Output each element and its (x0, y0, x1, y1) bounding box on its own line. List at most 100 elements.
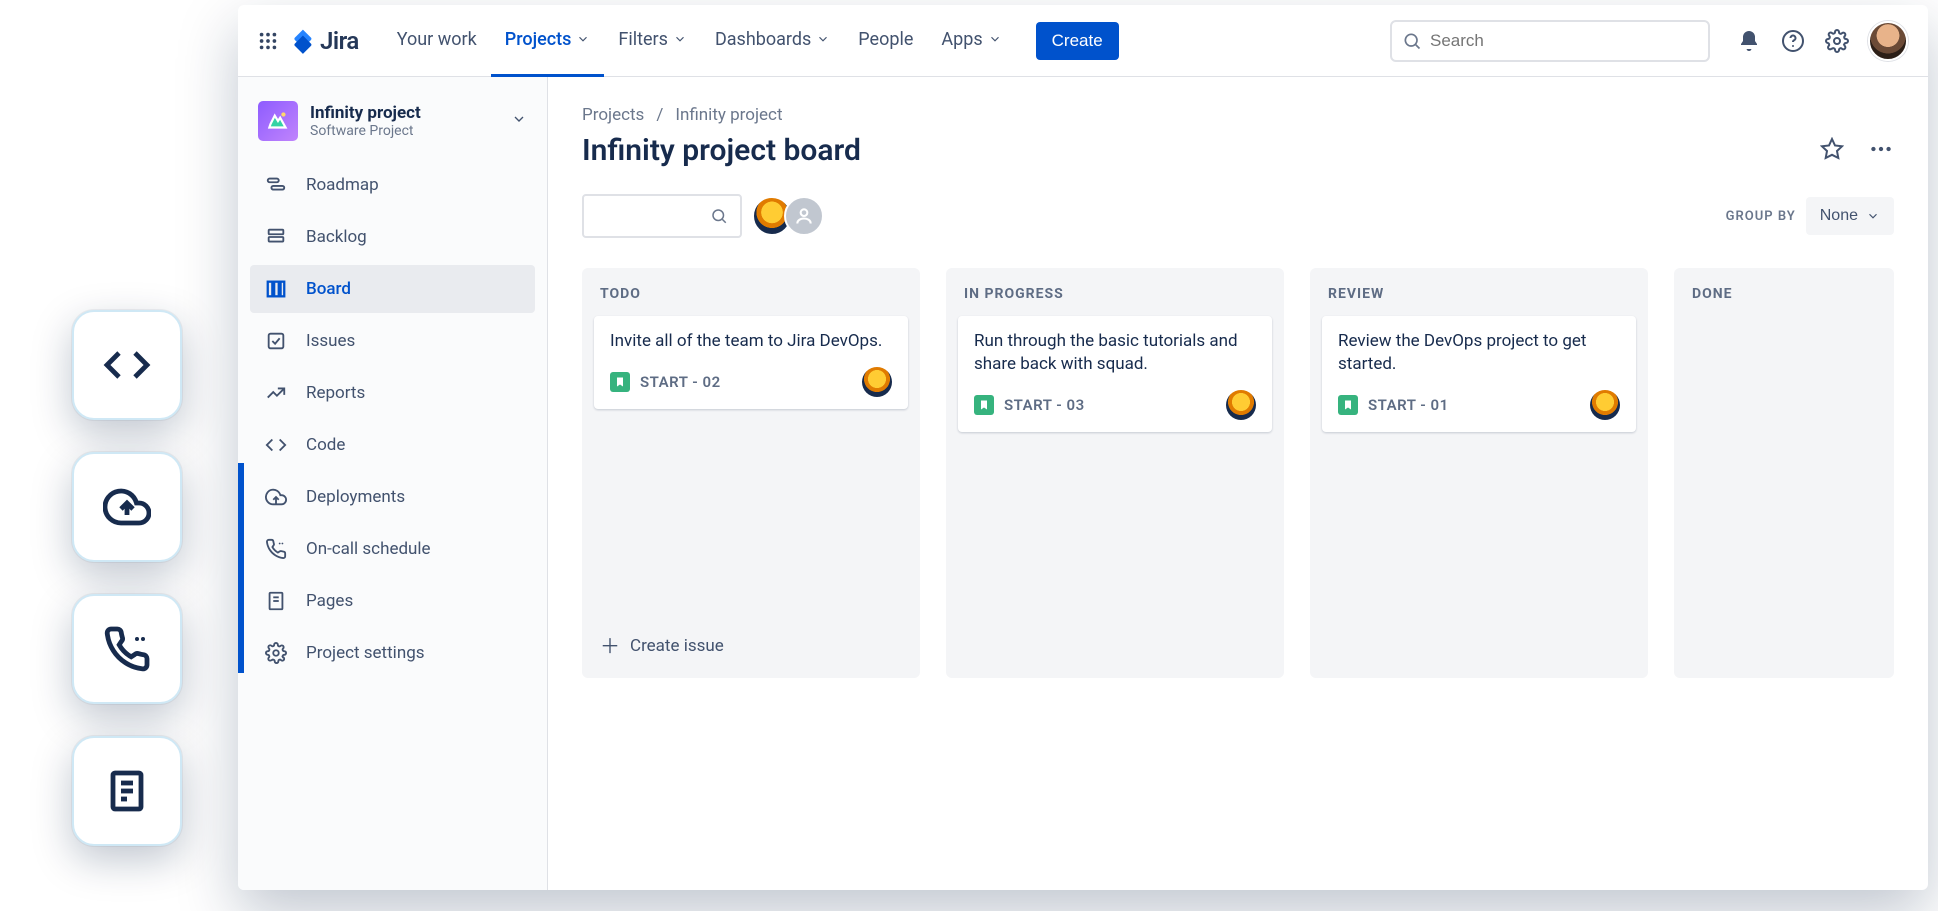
sidebar-label: On-call schedule (306, 539, 431, 559)
sidebar-item-roadmap[interactable]: Roadmap (250, 161, 535, 209)
sidebar-item-code[interactable]: Code (250, 421, 535, 469)
board-icon (264, 277, 288, 301)
nav-people[interactable]: People (844, 5, 927, 77)
issues-icon (264, 329, 288, 353)
assignee-filter (760, 196, 824, 236)
column-header: DONE (1686, 286, 1882, 316)
active-stripe (238, 463, 244, 673)
page-icon (264, 589, 288, 613)
cloud-upload-icon (264, 485, 288, 509)
sidebar-label: Code (306, 435, 345, 455)
project-avatar (258, 101, 298, 141)
tile-oncall[interactable] (72, 594, 182, 704)
create-issue-button[interactable]: ＋ Create issue (594, 628, 908, 664)
page-icon (103, 767, 151, 815)
breadcrumb-root[interactable]: Projects (582, 105, 644, 125)
chevron-down-icon (816, 32, 830, 46)
roadmap-icon (264, 173, 288, 197)
sidebar-label: Issues (306, 331, 355, 351)
nav-your-work[interactable]: Your work (383, 5, 491, 77)
sidebar-item-pages[interactable]: Pages (250, 577, 535, 625)
main-content: Projects / Infinity project Infinity pro… (548, 77, 1928, 890)
add-people-icon[interactable] (784, 196, 824, 236)
app-switcher-icon[interactable] (254, 27, 282, 55)
cloud-upload-icon (103, 483, 151, 531)
nav-projects[interactable]: Projects (491, 5, 605, 77)
nav-links: Your work Projects Filters Dashboards Pe… (383, 5, 1016, 77)
top-nav: Jira Your work Projects Filters Dashboar… (238, 5, 1928, 77)
card-assignee-avatar[interactable] (1590, 390, 1620, 420)
story-icon (974, 395, 994, 415)
group-by-label: GROUP BY (1726, 209, 1796, 224)
jira-logo[interactable]: Jira (290, 27, 359, 55)
sidebar-label: Deployments (306, 487, 405, 507)
nav-apps[interactable]: Apps (927, 5, 1015, 77)
column-header: IN PROGRESS (958, 286, 1272, 316)
search-input[interactable] (1430, 31, 1698, 51)
board-search[interactable] (582, 194, 742, 238)
sidebar-label: Board (306, 279, 351, 299)
sidebar-item-board[interactable]: Board (250, 265, 535, 313)
card-assignee-avatar[interactable] (1226, 390, 1256, 420)
tile-pages[interactable] (72, 736, 182, 846)
settings-icon[interactable] (1824, 28, 1850, 54)
breadcrumb-sep: / (656, 105, 663, 125)
breadcrumb-leaf[interactable]: Infinity project (675, 105, 782, 125)
group-by-select[interactable]: None (1806, 197, 1894, 235)
card-key: START - 01 (1368, 396, 1449, 414)
column-review: REVIEW Review the DevOps project to get … (1310, 268, 1648, 678)
column-in-progress: IN PROGRESS Run through the basic tutori… (946, 268, 1284, 678)
sidebar-item-oncall[interactable]: On-call schedule (250, 525, 535, 573)
project-expand-icon[interactable] (511, 111, 527, 131)
jira-logo-text: Jira (320, 27, 359, 55)
chevron-down-icon (576, 32, 590, 46)
sidebar-item-backlog[interactable]: Backlog (250, 213, 535, 261)
sidebar-item-reports[interactable]: Reports (250, 369, 535, 417)
phone-icon (103, 625, 151, 673)
nav-dashboards[interactable]: Dashboards (701, 5, 844, 77)
card-title: Review the DevOps project to get started… (1338, 330, 1620, 376)
project-type: Software Project (310, 123, 421, 139)
sidebar-item-issues[interactable]: Issues (250, 317, 535, 365)
topnav-icons (1736, 21, 1908, 61)
sidebar-label: Project settings (306, 643, 425, 663)
card-title: Run through the basic tutorials and shar… (974, 330, 1256, 376)
search-icon (1402, 31, 1422, 51)
column-header: TODO (594, 286, 908, 316)
sidebar-label: Backlog (306, 227, 367, 247)
breadcrumb: Projects / Infinity project (582, 105, 1894, 125)
sidebar-item-deployments[interactable]: Deployments (250, 473, 535, 521)
tile-code[interactable] (72, 310, 182, 420)
column-todo: TODO Invite all of the team to Jira DevO… (582, 268, 920, 678)
issue-card[interactable]: Run through the basic tutorials and shar… (958, 316, 1272, 432)
issue-card[interactable]: Invite all of the team to Jira DevOps. S… (594, 316, 908, 409)
star-icon[interactable] (1820, 137, 1844, 165)
project-header[interactable]: Infinity project Software Project (250, 101, 535, 161)
project-name: Infinity project (310, 103, 421, 123)
column-header: REVIEW (1322, 286, 1636, 316)
chevron-down-icon (673, 32, 687, 46)
phone-icon (264, 537, 288, 561)
app-window: Jira Your work Projects Filters Dashboar… (238, 5, 1928, 890)
issue-card[interactable]: Review the DevOps project to get started… (1322, 316, 1636, 432)
global-search[interactable] (1390, 20, 1710, 62)
card-key: START - 03 (1004, 396, 1085, 414)
user-avatar[interactable] (1868, 21, 1908, 61)
project-sidebar: Infinity project Software Project Roadma… (238, 77, 548, 890)
tile-deploy[interactable] (72, 452, 182, 562)
help-icon[interactable] (1780, 28, 1806, 54)
kanban-board: TODO Invite all of the team to Jira DevO… (582, 268, 1894, 678)
notifications-icon[interactable] (1736, 28, 1762, 54)
chevron-down-icon (988, 32, 1002, 46)
floating-tool-tiles (72, 310, 182, 846)
story-icon (1338, 395, 1358, 415)
more-icon[interactable] (1868, 136, 1894, 166)
search-icon (710, 207, 728, 225)
reports-icon (264, 381, 288, 405)
story-icon (610, 372, 630, 392)
card-assignee-avatar[interactable] (862, 367, 892, 397)
create-button[interactable]: Create (1036, 22, 1119, 60)
nav-filters[interactable]: Filters (604, 5, 701, 77)
backlog-icon (264, 225, 288, 249)
sidebar-item-settings[interactable]: Project settings (250, 629, 535, 677)
